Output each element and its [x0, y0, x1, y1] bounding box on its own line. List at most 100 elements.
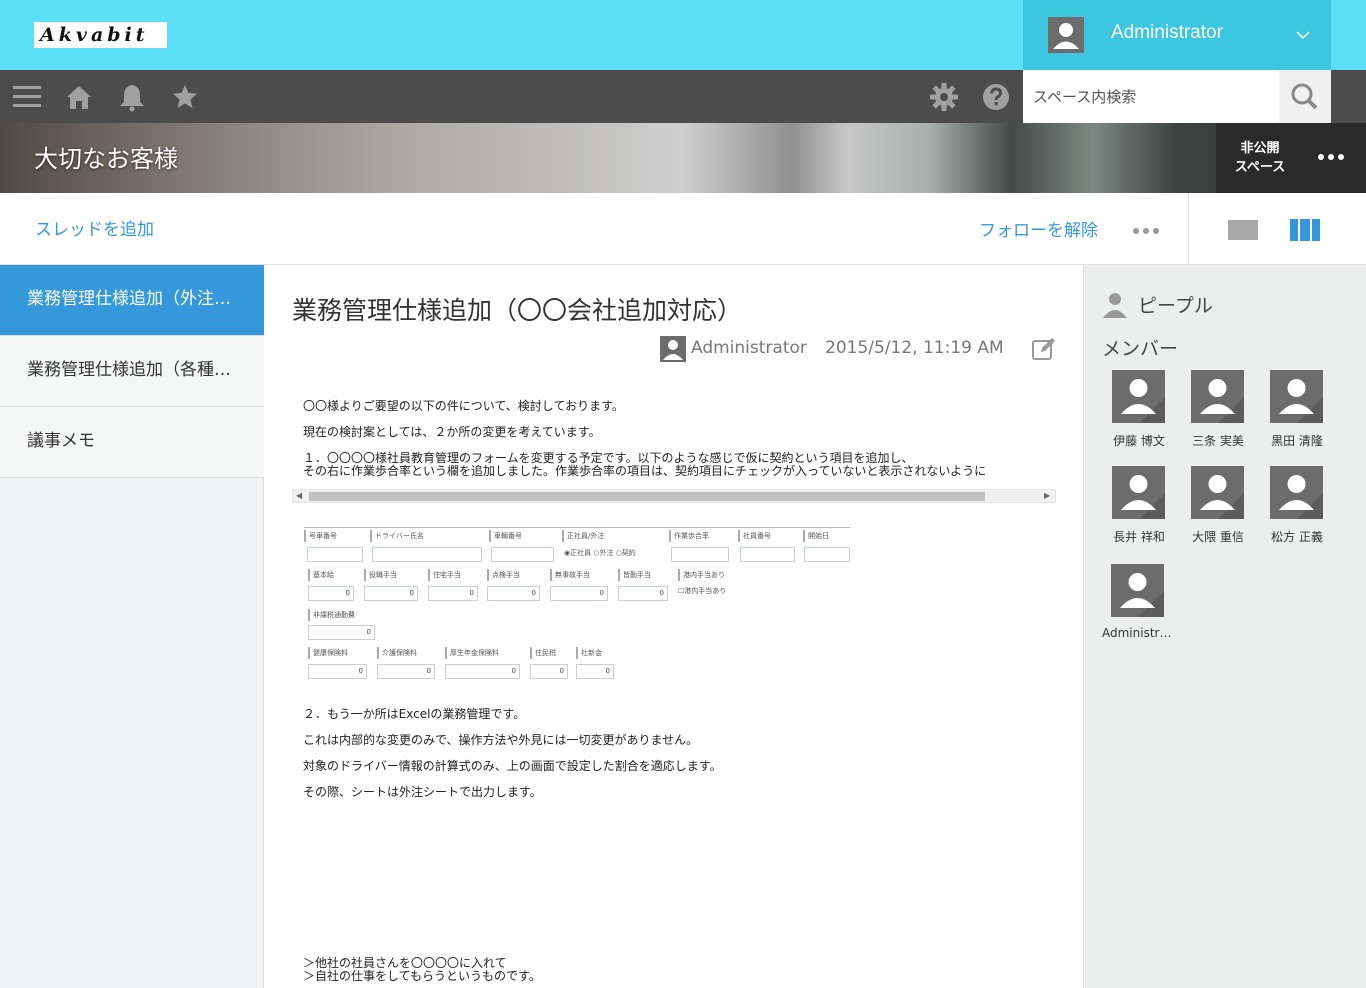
form-input: 0	[364, 586, 418, 601]
thread-item[interactable]: 業務管理仕様追加（外注…	[0, 265, 264, 336]
gear-icon[interactable]	[929, 82, 959, 112]
member-name: 黒田 清隆	[1271, 434, 1323, 448]
search-box	[1023, 70, 1279, 123]
member-name: 松方 正義	[1271, 530, 1323, 544]
person-icon	[1191, 466, 1244, 519]
search-input[interactable]	[1023, 70, 1279, 123]
form-input	[491, 547, 554, 562]
person-icon	[1111, 564, 1164, 617]
member-name: 長井 祥和	[1113, 530, 1165, 544]
form-input: 0	[550, 586, 608, 601]
home-icon[interactable]	[64, 82, 94, 112]
layout-columns-icon[interactable]	[1290, 219, 1320, 241]
form-label: 住民税	[530, 647, 556, 659]
star-icon[interactable]	[170, 82, 200, 112]
thread-content: 業務管理仕様追加（〇〇会社追加対応） Administrator 2015/5/…	[264, 265, 1084, 988]
member-avatar	[1191, 370, 1244, 423]
person-icon	[660, 336, 686, 362]
post-author[interactable]: Administrator	[691, 338, 807, 358]
unfollow-link[interactable]: フォローを解除	[979, 216, 1098, 241]
form-label: 厚生年金保険料	[445, 647, 499, 659]
space-title: 大切なお客様	[34, 145, 178, 173]
post-line: その際、シートは外注シートで出力します。	[303, 785, 542, 799]
member-card[interactable]: 伊藤 博文	[1103, 370, 1173, 460]
member-card[interactable]: 松方 正義	[1261, 466, 1331, 556]
form-label: 健康保険料	[308, 647, 348, 659]
form-input: 0	[308, 625, 375, 640]
form-label: 作業歩合率	[669, 530, 709, 542]
post-line: ２．もう一か所はExcelの業務管理です。	[303, 707, 526, 721]
person-icon	[1048, 17, 1084, 53]
form-label: 正社員/外注	[562, 530, 604, 542]
person-icon	[1112, 370, 1165, 423]
form-label: 介護保険料	[377, 647, 417, 659]
form-input: 0	[530, 664, 568, 679]
user-avatar	[1048, 17, 1084, 53]
post-title: 業務管理仕様追加（〇〇会社追加対応）	[292, 296, 743, 325]
top-bar: Akvabit Administrator	[0, 0, 1366, 70]
edit-icon[interactable]	[1031, 336, 1057, 362]
form-label: ドライバー氏名	[370, 530, 424, 542]
form-label: 車輌番号	[489, 530, 522, 542]
form-input	[372, 547, 482, 562]
form-input: 0	[308, 586, 354, 601]
form-screenshot: 号車番号 ドライバー氏名 車輌番号 正社員/外注 作業歩合率 社員番号 開始日 …	[304, 527, 852, 685]
form-input: 0	[445, 664, 520, 679]
member-card[interactable]: 三条 実美	[1182, 370, 1252, 460]
form-label: 号車番号	[304, 530, 337, 542]
private-space-badge: 非公開 スペース	[1216, 123, 1366, 193]
member-avatar	[1191, 466, 1244, 519]
scroll-left-icon[interactable]: ◀	[296, 491, 302, 500]
member-card[interactable]: 黒田 清隆	[1261, 370, 1331, 460]
chevron-down-icon[interactable]	[1295, 22, 1311, 48]
people-panel: ピープル メンバー 伊藤 博文 三条 実美 黒田 清隆 長井 祥和 大隈 重信 …	[1084, 265, 1366, 988]
user-menu[interactable]: Administrator	[1023, 0, 1331, 70]
form-input: 0	[377, 664, 435, 679]
form-input: 0	[576, 664, 614, 679]
form-input: 0	[618, 586, 668, 601]
member-avatar	[1270, 466, 1323, 519]
bell-icon[interactable]	[117, 82, 147, 112]
toolbar-divider	[1188, 193, 1189, 265]
form-input	[804, 547, 850, 562]
form-label: 住宅手当	[428, 569, 461, 581]
more-icon[interactable]	[1132, 226, 1160, 236]
form-label: 開始日	[803, 530, 829, 542]
author-avatar[interactable]	[660, 336, 686, 362]
scrollbar-thumb[interactable]	[309, 492, 985, 501]
horizontal-scrollbar[interactable]: ◀ ▶	[292, 489, 1056, 503]
form-label: 社新会	[576, 647, 602, 659]
menu-icon[interactable]	[12, 82, 42, 112]
more-icon[interactable]	[1316, 149, 1346, 165]
form-label: 役職手当	[364, 569, 397, 581]
space-banner: 大切なお客様	[0, 123, 1366, 193]
member-card[interactable]: 大隈 重信	[1182, 466, 1252, 556]
post-line: ＞自社の仕事をしてもらうというものです。	[303, 969, 541, 983]
add-thread-link[interactable]: スレッドを追加	[35, 215, 154, 240]
member-card[interactable]: Administrator	[1102, 564, 1174, 654]
thread-list: 業務管理仕様追加（外注… 業務管理仕様追加（各種… 議事メモ	[0, 265, 264, 988]
layout-single-icon[interactable]	[1228, 220, 1258, 240]
members-heading: メンバー	[1102, 338, 1179, 360]
thread-item[interactable]: 議事メモ	[0, 407, 264, 478]
form-label: 点検手当	[487, 569, 520, 581]
person-icon	[1103, 293, 1127, 318]
member-name: 三条 実美	[1192, 434, 1244, 448]
search-icon	[1291, 83, 1318, 110]
search-button[interactable]	[1279, 70, 1331, 123]
form-radio-group: ◉正社員 ○外注 ○契約	[564, 549, 636, 557]
member-avatar	[1112, 466, 1165, 519]
post-line: その右に作業歩合率という欄を追加しました。作業歩合率の項目は、契約項目にチェック…	[303, 464, 987, 478]
space-label: スペース	[1234, 160, 1286, 175]
form-label: 無事故手当	[550, 569, 590, 581]
help-icon[interactable]	[981, 82, 1011, 112]
form-input: 0	[308, 664, 367, 679]
person-icon	[1270, 466, 1323, 519]
post-line: 対象のドライバー情報の計算式のみ、上の画面で設定した割合を適応します。	[303, 759, 722, 773]
member-name: 伊藤 博文	[1113, 434, 1165, 448]
scroll-right-icon[interactable]: ▶	[1044, 491, 1050, 500]
post-line: これは内部的な変更のみで、操作方法や外見には一切変更がありません。	[303, 733, 699, 747]
app-logo[interactable]: Akvabit	[34, 22, 167, 48]
thread-item[interactable]: 業務管理仕様追加（各種…	[0, 336, 264, 407]
member-card[interactable]: 長井 祥和	[1103, 466, 1173, 556]
